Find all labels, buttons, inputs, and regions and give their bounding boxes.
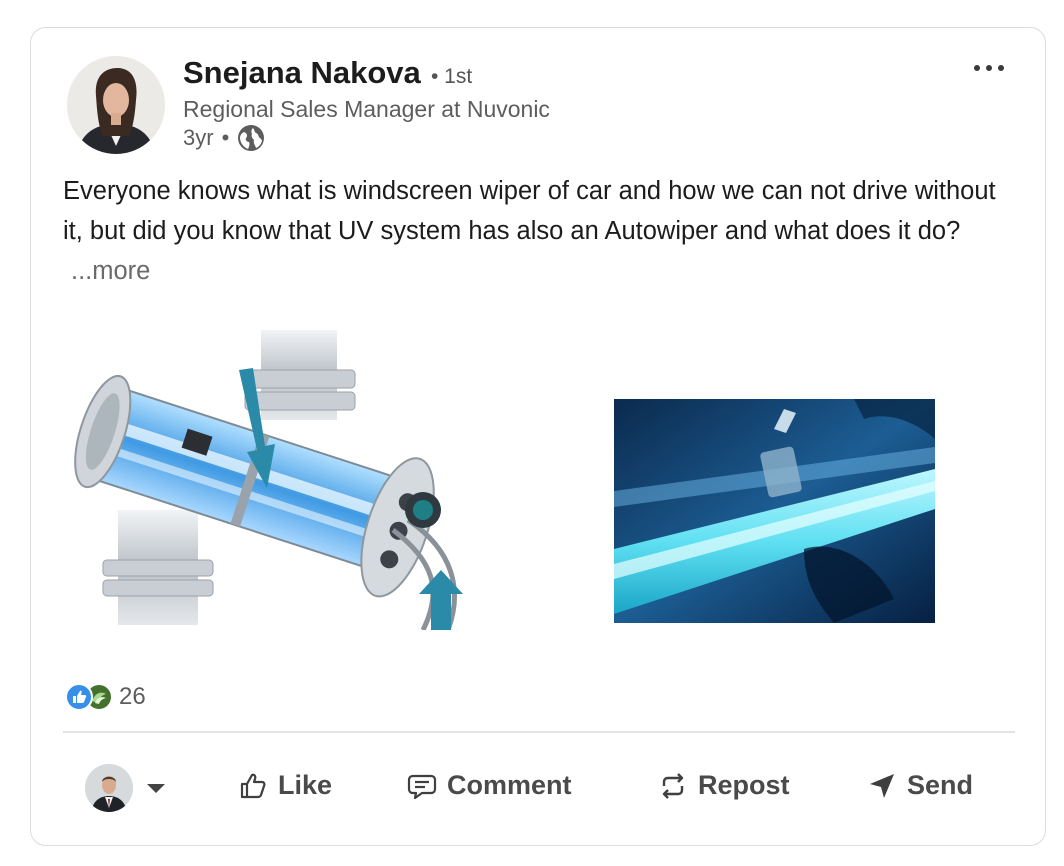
post-meta: 3yr • — [183, 124, 265, 152]
reaction-actor-selector[interactable] — [85, 764, 165, 812]
uv-reactor-diagram-image[interactable] — [63, 330, 483, 632]
post-time: 3yr — [183, 125, 214, 150]
post-media[interactable] — [61, 324, 961, 664]
see-more-link[interactable]: ...more — [71, 257, 150, 285]
repost-button[interactable]: Repost — [658, 770, 790, 801]
post-card: Snejana Nakova • 1st Regional Sales Mana… — [30, 27, 1046, 846]
author-name[interactable]: Snejana Nakova — [183, 55, 421, 91]
chevron-down-icon[interactable] — [147, 783, 165, 793]
reaction-summary[interactable]: 26 — [65, 683, 146, 711]
author-headline: Regional Sales Manager at Nuvonic — [183, 96, 550, 122]
post-text: Everyone knows what is windscreen wiper … — [63, 177, 996, 245]
like-reaction-icon — [65, 683, 93, 711]
repost-label: Repost — [698, 770, 790, 800]
reaction-count: 26 — [119, 683, 146, 710]
send-button[interactable]: Send — [867, 770, 973, 801]
action-divider — [63, 731, 1015, 733]
more-horizontal-icon — [974, 65, 1004, 71]
comment-button[interactable]: Comment — [407, 770, 572, 801]
uv-lamp-photo-image[interactable] — [614, 399, 935, 623]
repost-icon — [662, 772, 684, 799]
post-action-bar: Like Comment Repost Send — [31, 758, 1047, 818]
comment-icon — [407, 774, 437, 799]
post-body: Everyone knows what is windscreen wiper … — [63, 171, 1003, 291]
meta-separator: • — [221, 125, 230, 150]
like-button[interactable]: Like — [238, 770, 332, 801]
send-label: Send — [907, 770, 974, 800]
actor-avatar — [85, 764, 133, 812]
comment-label: Comment — [447, 770, 572, 800]
globe-icon — [237, 124, 265, 152]
more-options-button[interactable] — [967, 50, 1011, 86]
thumbs-up-icon — [240, 773, 266, 798]
author-avatar[interactable] — [67, 56, 165, 154]
connection-degree: • 1st — [431, 65, 473, 88]
like-label: Like — [278, 770, 333, 800]
send-icon — [870, 773, 894, 798]
